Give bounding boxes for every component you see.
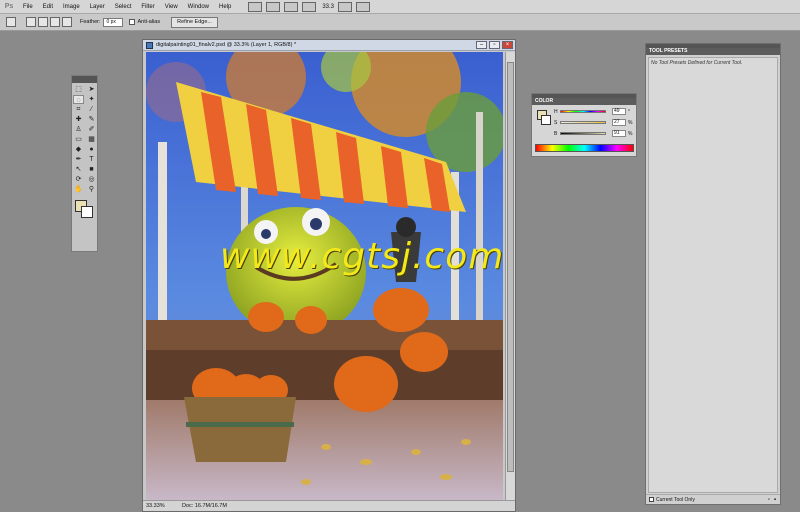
zoom-level[interactable]: 33.3 xyxy=(322,4,334,10)
document-title-bar[interactable]: digitalpainting01_finalv2.psd @ 33.3% (L… xyxy=(143,40,515,51)
options-bar: Feather: 0 px Anti-alias Refine Edge... xyxy=(0,14,800,31)
menu-bar: Ps File Edit Image Layer Select Filter V… xyxy=(0,0,800,14)
toolbox-header[interactable] xyxy=(72,76,97,83)
screen-mode-icon[interactable] xyxy=(356,1,371,12)
history-brush-tool-icon[interactable]: ✐ xyxy=(86,125,97,134)
hand-tool-icon[interactable]: ✋ xyxy=(73,185,84,194)
quick-select-tool-icon[interactable]: ✦ xyxy=(86,95,97,104)
tool-presets-empty-message: No Tool Presets Defined for Current Tool… xyxy=(651,60,743,66)
crop-tool-icon[interactable]: ⌗ xyxy=(73,105,84,114)
brightness-unit: % xyxy=(628,130,633,137)
background-color-swatch[interactable] xyxy=(81,206,93,218)
color-panel-tab[interactable]: COLOR xyxy=(532,98,636,105)
tool-presets-list[interactable]: No Tool Presets Defined for Current Tool… xyxy=(648,57,778,493)
document-size-info[interactable]: Doc: 16.7M/16.7M xyxy=(182,503,227,509)
color-panel: COLOR H 49 ° S 27 % B 91 % xyxy=(531,93,637,157)
minimize-icon[interactable]: – xyxy=(476,41,487,49)
current-tool-only-label: Current Tool Only xyxy=(656,496,695,503)
3d-orbit-tool-icon[interactable]: ◎ xyxy=(86,175,97,184)
saturation-slider[interactable] xyxy=(560,121,606,124)
delete-preset-icon[interactable]: ▪ xyxy=(774,497,776,503)
menu-edit[interactable]: Edit xyxy=(38,0,58,14)
brightness-input[interactable]: 91 xyxy=(612,130,626,137)
gradient-tool-icon[interactable]: ▦ xyxy=(86,135,97,144)
tool-presets-tab[interactable]: TOOL PRESETS xyxy=(646,48,780,55)
extras-icon[interactable] xyxy=(284,1,299,12)
hue-unit: ° xyxy=(628,108,630,115)
menu-window[interactable]: Window xyxy=(183,0,214,14)
pen-tool-icon[interactable]: ✒ xyxy=(73,155,84,164)
maximize-icon[interactable]: ▫ xyxy=(489,41,500,49)
lasso-tool-icon[interactable]: ◌ xyxy=(73,95,84,104)
hue-slider-row: H 49 ° xyxy=(554,107,636,116)
mini-bridge-icon[interactable] xyxy=(266,1,281,12)
feather-input[interactable]: 0 px xyxy=(103,17,124,27)
document-status-bar: 33.33% Doc: 16.7M/16.7M xyxy=(143,500,515,511)
color-background-swatch[interactable] xyxy=(541,115,551,125)
intersect-selection-icon[interactable] xyxy=(62,17,72,27)
zoom-level-icon[interactable] xyxy=(302,1,317,12)
eyedropper-tool-icon[interactable]: ⁄ xyxy=(86,105,97,114)
menu-image[interactable]: Image xyxy=(58,0,85,14)
healing-brush-tool-icon[interactable]: ✚ xyxy=(73,115,84,124)
menu-view[interactable]: View xyxy=(160,0,183,14)
document-title: digitalpainting01_finalv2.psd @ 33.3% (L… xyxy=(156,42,297,48)
menu-select[interactable]: Select xyxy=(110,0,137,14)
move-tool-icon[interactable]: ➤ xyxy=(86,85,97,94)
psd-file-icon xyxy=(146,41,153,49)
brush-tool-icon[interactable]: ✎ xyxy=(86,115,97,124)
shape-tool-icon[interactable]: ■ xyxy=(86,165,97,174)
add-to-selection-icon[interactable] xyxy=(38,17,48,27)
brightness-slider[interactable] xyxy=(560,132,606,135)
watermark: www.cgtsj.com xyxy=(220,236,505,277)
color-swatches xyxy=(72,196,97,226)
antialias-checkbox[interactable] xyxy=(129,19,136,25)
clone-stamp-tool-icon[interactable]: ♙ xyxy=(73,125,84,134)
close-icon[interactable]: × xyxy=(502,41,513,49)
saturation-slider-row: S 27 % xyxy=(554,118,636,127)
vertical-scrollbar[interactable] xyxy=(505,52,515,500)
vertical-scroll-thumb[interactable] xyxy=(507,62,514,472)
marquee-tool-icon[interactable]: ⬚ xyxy=(73,85,84,94)
menu-filter[interactable]: Filter xyxy=(136,0,159,14)
zoom-tool-icon[interactable]: ⚲ xyxy=(86,185,97,194)
feather-label: Feather: xyxy=(80,19,101,25)
arrange-documents-icon[interactable] xyxy=(338,1,353,12)
blur-tool-icon[interactable]: ◆ xyxy=(73,145,84,154)
new-selection-icon[interactable] xyxy=(26,17,36,27)
lasso-preset-icon[interactable] xyxy=(6,17,16,27)
antialias-label: Anti-alias xyxy=(137,19,161,25)
brightness-slider-row: B 91 % xyxy=(554,129,636,138)
bridge-icon[interactable] xyxy=(248,1,263,12)
saturation-input[interactable]: 27 xyxy=(612,119,626,126)
color-spectrum-bar[interactable] xyxy=(535,144,634,152)
refine-edge-button[interactable]: Refine Edge... xyxy=(171,16,218,28)
new-preset-icon[interactable]: ▫ xyxy=(768,497,770,503)
photoshop-logo: Ps xyxy=(4,3,14,10)
toolbox: ⬚ ➤ ◌ ✦ ⌗ ⁄ ✚ ✎ ♙ ✐ ▭ ▦ ◆ ● ✒ T ↖ ■ ⟳ ◎ … xyxy=(71,75,98,252)
menu-layer[interactable]: Layer xyxy=(85,0,110,14)
path-select-tool-icon[interactable]: ↖ xyxy=(73,165,84,174)
tool-presets-footer: Current Tool Only ▫ ▪ xyxy=(646,494,780,504)
eraser-tool-icon[interactable]: ▭ xyxy=(73,135,84,144)
menu-help[interactable]: Help xyxy=(214,0,236,14)
hue-slider[interactable] xyxy=(560,110,606,113)
current-tool-only-checkbox[interactable] xyxy=(649,497,654,502)
menu-file[interactable]: File xyxy=(18,0,38,14)
type-tool-icon[interactable]: T xyxy=(86,155,97,164)
tool-presets-panel: TOOL PRESETS No Tool Presets Defined for… xyxy=(645,43,781,505)
3d-rotate-tool-icon[interactable]: ⟳ xyxy=(73,175,84,184)
document-zoom[interactable]: 33.33% xyxy=(146,503,168,509)
subtract-selection-icon[interactable] xyxy=(50,17,60,27)
hue-input[interactable]: 49 xyxy=(612,108,626,115)
dodge-tool-icon[interactable]: ● xyxy=(86,145,97,154)
saturation-unit: % xyxy=(628,119,633,126)
